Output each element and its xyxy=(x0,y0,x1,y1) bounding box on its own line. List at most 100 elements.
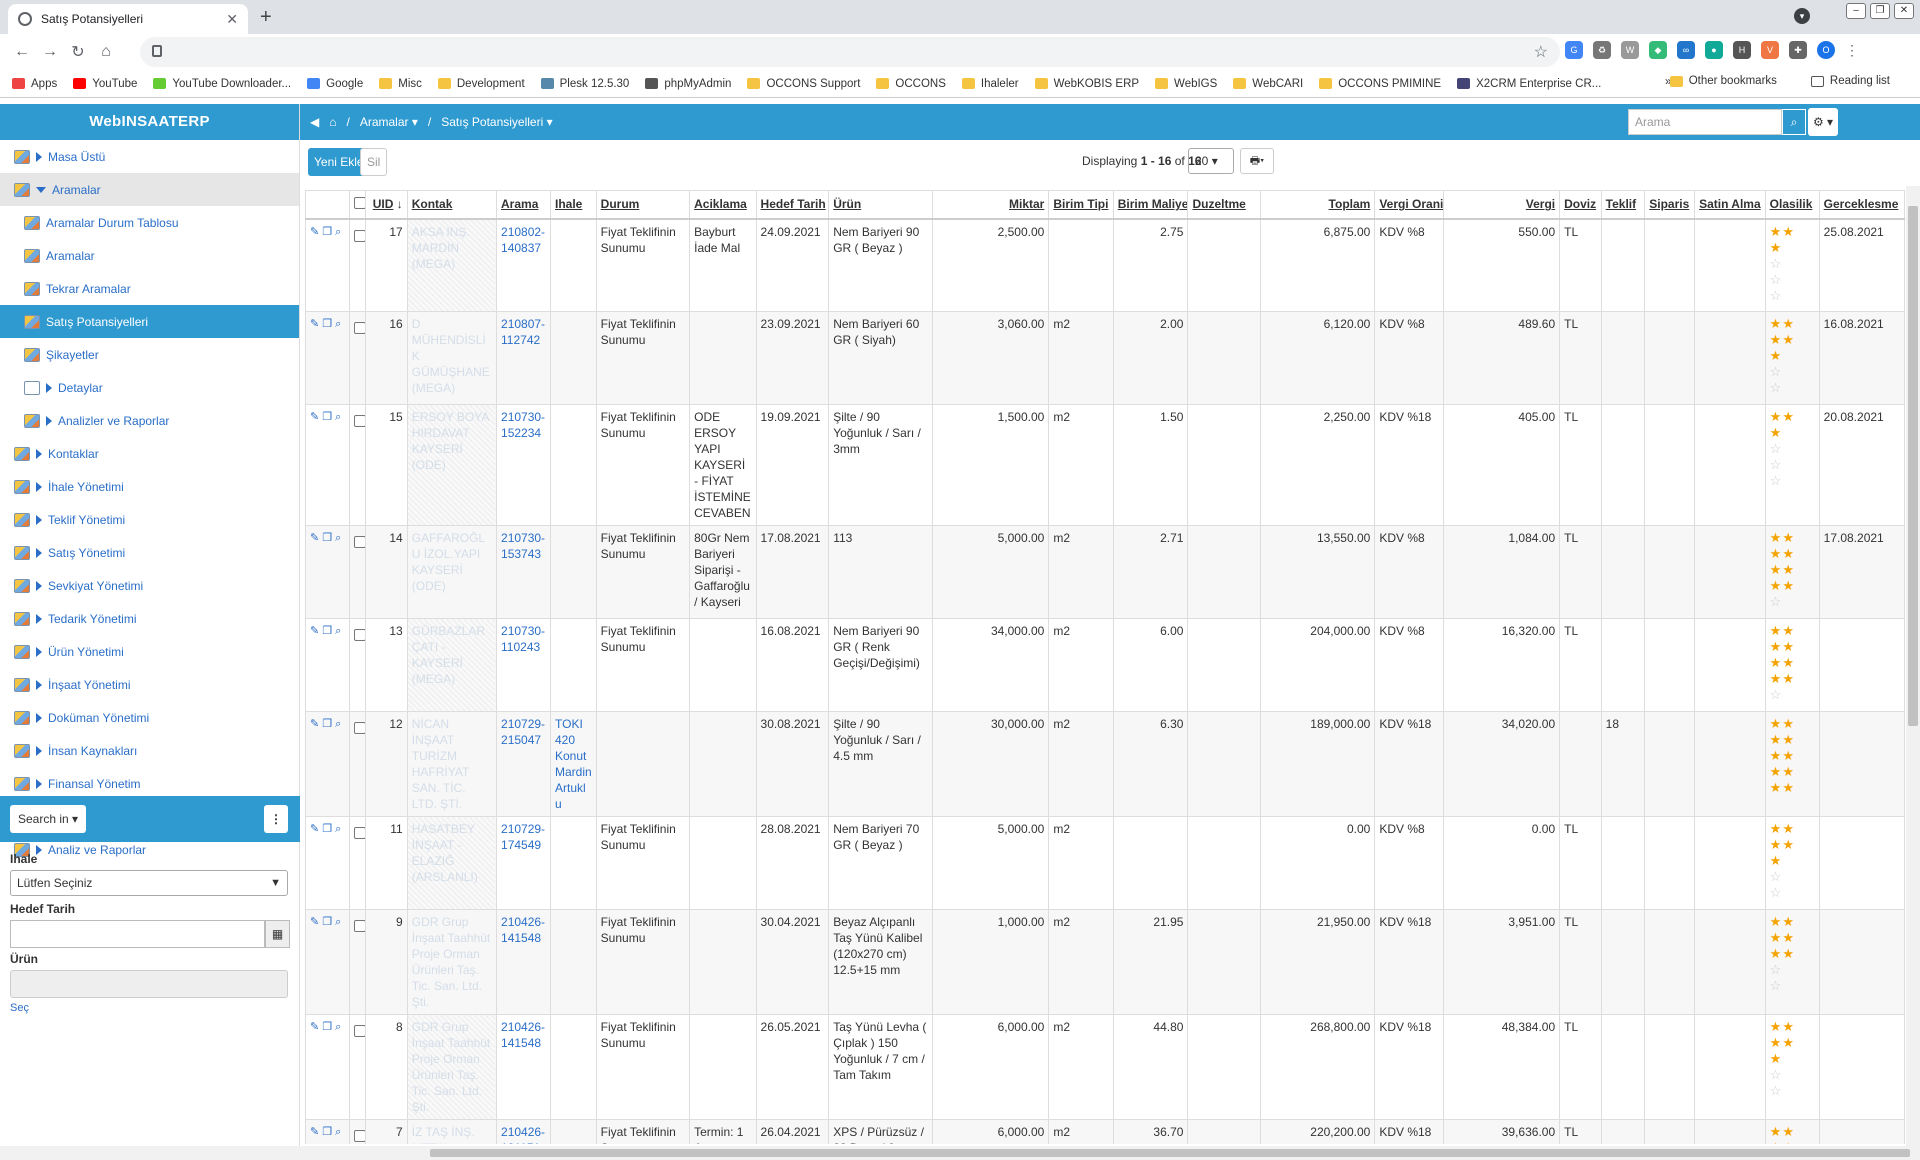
edit-icon[interactable]: ✎ xyxy=(310,316,319,332)
vertical-scroll-thumb[interactable] xyxy=(1908,206,1918,726)
view-icon[interactable]: ⌕ xyxy=(335,224,341,240)
row-checkbox[interactable] xyxy=(353,322,365,334)
col-siparis[interactable]: Siparis xyxy=(1644,190,1696,220)
arama-link[interactable]: 210730-110243 xyxy=(501,624,545,654)
star-rating-icon[interactable]: ★ xyxy=(1770,425,1815,441)
col-hedef-tarih[interactable]: Hedef Tarih xyxy=(755,190,830,220)
header-search-input[interactable]: Arama xyxy=(1628,109,1782,135)
star-rating-icon[interactable]: ☆ xyxy=(1770,364,1815,380)
star-rating-icon[interactable]: ★★ xyxy=(1770,732,1815,748)
bookmark-item[interactable]: Apps xyxy=(12,78,57,90)
edit-icon[interactable]: ✎ xyxy=(310,1124,319,1140)
forward-icon[interactable]: → xyxy=(36,43,64,61)
html-icon[interactable]: H xyxy=(1733,41,1751,59)
arama-link[interactable]: 210802-140837 xyxy=(501,225,545,255)
print-icon[interactable]: 🖶▾ xyxy=(1240,148,1274,174)
col-teklif[interactable]: Teklif xyxy=(1600,190,1646,220)
sidebar-item[interactable]: İnşaat Yönetimi xyxy=(0,668,299,701)
cell-kontak[interactable]: İZ TAŞ İNŞ. METAL MERMADEN xyxy=(406,1119,498,1144)
cell-ihale[interactable] xyxy=(550,1014,597,1120)
bookmark-item[interactable]: Ihaleler xyxy=(961,78,1019,90)
hedef-tarih-input[interactable] xyxy=(10,920,265,948)
cell-kontak[interactable]: GÜRBAZLAR ÇATI - KAYSERİ (MEGA) xyxy=(406,618,498,712)
copy-icon[interactable]: ❐ xyxy=(322,1019,332,1035)
address-bar[interactable]: ☆ xyxy=(140,37,1560,67)
sidebar-item[interactable]: Tekrar Aramalar xyxy=(0,272,299,305)
sidebar-item[interactable]: Analizler ve Raporlar xyxy=(0,404,299,437)
table-row[interactable]: ✎ ❐ ⌕ 17 AKSA INŞ. MARDİN (MEGA) 210802-14083… xyxy=(305,218,1905,312)
sidebar-item[interactable]: Aramalar xyxy=(0,239,299,272)
ihale-filter-select[interactable]: Lütfen Seçiniz ▼ xyxy=(10,870,288,896)
star-rating-icon[interactable]: ★★ xyxy=(1770,530,1815,546)
col-aciklama[interactable]: Aciklama xyxy=(689,190,757,220)
new-tab-icon[interactable]: + xyxy=(260,6,272,29)
col-kontak[interactable]: Kontak xyxy=(406,190,498,220)
view-icon[interactable]: ⌕ xyxy=(335,409,341,425)
star-rating-icon[interactable]: ★★ xyxy=(1770,914,1815,930)
cell-kontak[interactable]: ERSOY BOYA HIRDAVAT KAYSERİ (ODE) xyxy=(406,404,498,526)
col-olasilik[interactable]: Olasilik xyxy=(1764,190,1820,220)
profile-avatar[interactable]: O xyxy=(1817,41,1835,59)
cell-arama[interactable]: 210802-140837 xyxy=(496,218,551,312)
cell-ihale[interactable] xyxy=(550,816,597,910)
cell-arama[interactable]: 210426-141548 xyxy=(496,1014,551,1120)
row-checkbox[interactable] xyxy=(353,536,365,548)
bookmark-item[interactable]: phpMyAdmin xyxy=(645,78,731,90)
edit-icon[interactable]: ✎ xyxy=(310,623,319,639)
table-row[interactable]: ✎ ❐ ⌕ 16 D MÜHENDİSLİK GÜMÜŞHANE (MEGA) 21080… xyxy=(305,311,1905,405)
cell-ihale[interactable] xyxy=(550,404,597,526)
star-rating-icon[interactable]: ☆ xyxy=(1770,1083,1815,1099)
sidebar-item[interactable]: Şikayetler xyxy=(0,338,299,371)
col-gerceklesme[interactable]: Gerceklesme xyxy=(1818,190,1905,220)
browser-tab[interactable]: Satış Potansiyelleri ✕ xyxy=(8,4,248,34)
table-row[interactable]: ✎ ❐ ⌕ 13 GÜRBAZLAR ÇATI - KAYSERİ (MEGA) 2107… xyxy=(305,618,1905,712)
tab-search-icon[interactable]: ▾ xyxy=(1794,8,1810,24)
table-row[interactable]: ✎ ❐ ⌕ 12 NİCAN İNŞAAT TURİZM HAFRİYAT SAN. T… xyxy=(305,711,1905,817)
cell-arama[interactable]: 210730-153743 xyxy=(496,525,551,619)
table-row[interactable]: ✎ ❐ ⌕ 14 GAFFAROĞLU İZOL.YAPI KAYSERİ (ODE) 2… xyxy=(305,525,1905,619)
view-icon[interactable]: ⌕ xyxy=(335,530,341,546)
reading-list[interactable]: Reading list xyxy=(1810,75,1890,87)
sidebar-item[interactable]: Aramalar xyxy=(0,173,299,206)
arama-link[interactable]: 210426-141548 xyxy=(501,1020,545,1050)
row-checkbox[interactable] xyxy=(353,415,365,427)
ihale-link[interactable]: TOKI 420 Konut Mardin Artuklu xyxy=(555,717,592,811)
star-rating-icon[interactable]: ★★ xyxy=(1770,837,1815,853)
browser-menu-icon[interactable]: ⋮ xyxy=(1845,42,1859,59)
table-row[interactable]: ✎ ❐ ⌕ 9 GDR Grup İnşaat Taahhüt Proje Orman … xyxy=(305,909,1905,1015)
star-rating-icon[interactable]: ★★ xyxy=(1770,930,1815,946)
star-rating-icon[interactable]: ☆ xyxy=(1770,687,1815,703)
star-rating-icon[interactable]: ★★ xyxy=(1770,546,1815,562)
translate-icon[interactable]: G xyxy=(1565,41,1583,59)
sidebar-item[interactable]: Teklif Yönetimi xyxy=(0,503,299,536)
edit-icon[interactable]: ✎ xyxy=(310,716,319,732)
calendar-icon[interactable]: ▦ xyxy=(265,920,290,948)
back-icon[interactable]: ← xyxy=(8,43,36,61)
cell-kontak[interactable]: HASATBEY İNŞAAT - ELAZIĞ (ARSLANLI) xyxy=(406,816,498,910)
col-doviz[interactable]: Doviz xyxy=(1559,190,1602,220)
maps-icon[interactable]: ◆ xyxy=(1649,41,1667,59)
col-ihale[interactable]: Ihale xyxy=(550,190,597,220)
copy-icon[interactable]: ❐ xyxy=(322,409,332,425)
star-rating-icon[interactable]: ☆ xyxy=(1770,441,1815,457)
view-icon[interactable]: ⌕ xyxy=(335,821,341,837)
star-rating-icon[interactable]: ★★ xyxy=(1770,1124,1815,1140)
row-checkbox[interactable] xyxy=(353,827,365,839)
bookmark-item[interactable]: YouTube Downloader... xyxy=(153,78,291,90)
minimize-icon[interactable]: – xyxy=(1846,3,1866,19)
restore-icon[interactable]: ❐ xyxy=(1870,3,1890,19)
cell-ihale[interactable]: TOKI 420 Konut Mardin Artuklu xyxy=(550,711,597,817)
sidebar-item[interactable]: İhale Yönetimi xyxy=(0,470,299,503)
row-checkbox[interactable] xyxy=(353,1130,365,1142)
bookmark-item[interactable]: Development xyxy=(437,78,525,90)
urun-filter-input[interactable] xyxy=(10,970,288,998)
star-rating-icon[interactable]: ★★ xyxy=(1770,780,1815,796)
select-all-checkbox[interactable] xyxy=(348,190,367,220)
cell-ihale[interactable] xyxy=(550,525,597,619)
table-row[interactable]: ✎ ❐ ⌕ 11 HASATBEY İNŞAAT - ELAZIĞ (ARSLANLI)… xyxy=(305,816,1905,910)
other-bookmarks[interactable]: Other bookmarks xyxy=(1669,75,1777,87)
arama-link[interactable]: 210729-215047 xyxy=(501,717,545,747)
sidebar-item[interactable]: Satış Yönetimi xyxy=(0,536,299,569)
star-rating-icon[interactable]: ★ xyxy=(1770,1051,1815,1067)
col-satin-alma[interactable]: Satin Alma xyxy=(1694,190,1766,220)
